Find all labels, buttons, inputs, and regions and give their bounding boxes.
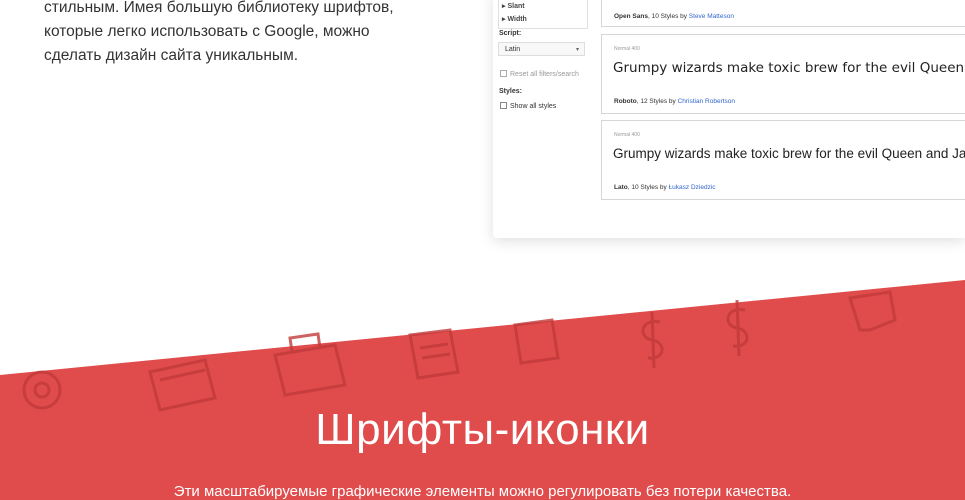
banner-background (0, 280, 965, 500)
banner-subtitle: Эти масштабируемые графические элементы … (173, 483, 792, 500)
banner-title: Шрифты-иконки (315, 405, 650, 454)
